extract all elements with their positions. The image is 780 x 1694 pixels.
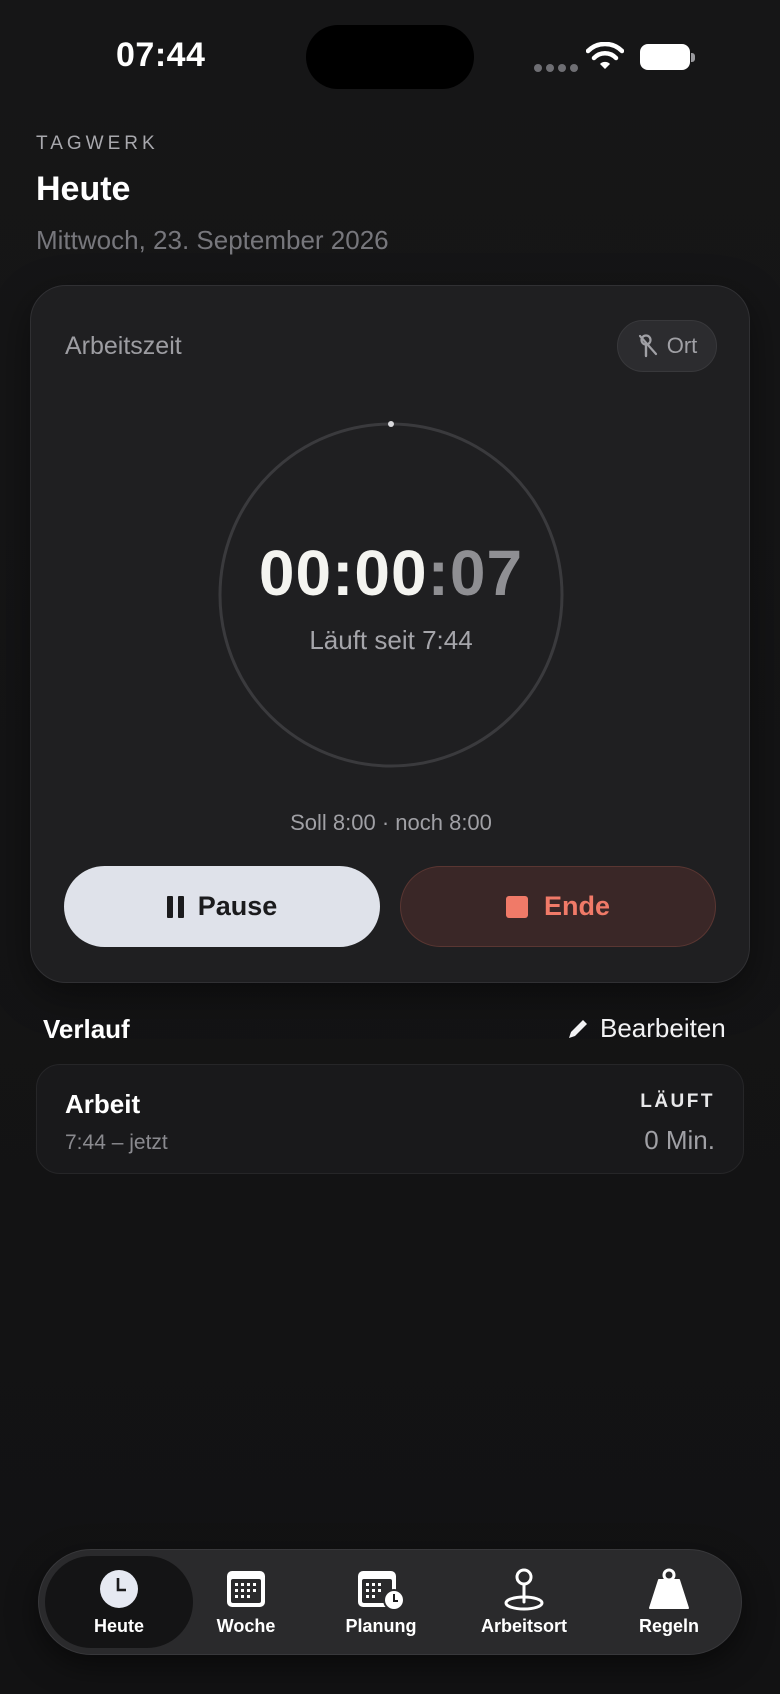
tab-label: Heute bbox=[93, 1616, 144, 1636]
weight-icon bbox=[649, 1568, 689, 1609]
work-time-card: Arbeitszeit Ort 00:00:07 Läuft seit 7:44… bbox=[30, 285, 750, 983]
history-entry[interactable]: Arbeit 7:44 – jetzt LÄUFT 0 Min. bbox=[36, 1064, 744, 1174]
elapsed-hours-minutes: 00:00 bbox=[258, 537, 428, 609]
page-date: Mittwoch, 23. September 2026 bbox=[36, 225, 389, 255]
tab-planung[interactable]: Planung bbox=[311, 1550, 451, 1653]
running-since: Läuft seit 7:44 bbox=[309, 625, 473, 655]
location-button-label: Ort bbox=[666, 333, 698, 358]
end-button[interactable]: Ende bbox=[400, 866, 716, 947]
edit-button-label: Bearbeiten bbox=[600, 1013, 726, 1043]
progress-ring-marker bbox=[388, 421, 394, 427]
entry-status-badge: LÄUFT bbox=[640, 1091, 715, 1112]
tab-label: Planung bbox=[345, 1616, 417, 1636]
pause-icon bbox=[166, 895, 184, 918]
edit-button[interactable]: Bearbeiten bbox=[566, 1013, 726, 1044]
location-off-icon bbox=[638, 334, 657, 358]
tab-woche[interactable]: Woche bbox=[181, 1550, 311, 1653]
location-pin-icon bbox=[504, 1568, 544, 1611]
tab-bar: Heute Woche Planung Arbeitsort Regeln bbox=[38, 1549, 742, 1655]
history-title: Verlauf bbox=[43, 1014, 130, 1044]
page-title: Heute bbox=[36, 170, 131, 208]
status-time: 07:44 bbox=[116, 36, 206, 74]
cellular-signal-icon bbox=[534, 64, 578, 72]
card-title: Arbeitszeit bbox=[65, 332, 182, 360]
end-button-label: Ende bbox=[543, 891, 610, 921]
target-info: Soll 8:00 · noch 8:00 bbox=[290, 810, 492, 835]
pause-button-label: Pause bbox=[197, 891, 278, 921]
tab-heute[interactable]: Heute bbox=[45, 1550, 193, 1653]
pencil-icon bbox=[569, 1019, 587, 1038]
entry-name: Arbeit bbox=[65, 1089, 141, 1119]
entry-duration: 0 Min. bbox=[644, 1125, 715, 1155]
screen: 07:44 TAGWERK Heute Mittwoch, 23. Septem… bbox=[0, 0, 780, 1694]
entry-time-range: 7:44 – jetzt bbox=[65, 1131, 168, 1154]
tab-arbeitsort[interactable]: Arbeitsort bbox=[449, 1550, 599, 1653]
clock-icon bbox=[100, 1570, 138, 1608]
calendar-icon bbox=[227, 1571, 265, 1607]
battery-icon bbox=[640, 44, 695, 70]
dynamic-island bbox=[306, 25, 474, 89]
location-button[interactable]: Ort bbox=[617, 320, 717, 372]
wifi-icon bbox=[586, 42, 624, 69]
stop-icon bbox=[505, 895, 528, 918]
tab-label: Arbeitsort bbox=[480, 1616, 567, 1636]
calendar-clock-icon bbox=[358, 1571, 405, 1611]
elapsed-separator: : bbox=[427, 537, 450, 609]
tab-label: Regeln bbox=[638, 1616, 699, 1636]
tab-regeln[interactable]: Regeln bbox=[599, 1550, 739, 1653]
tab-label: Woche bbox=[216, 1616, 276, 1636]
pause-button[interactable]: Pause bbox=[64, 866, 380, 947]
app-name: TAGWERK bbox=[36, 133, 159, 154]
elapsed-timer: 00:00:07 bbox=[31, 536, 751, 610]
elapsed-seconds: 07 bbox=[449, 537, 524, 609]
